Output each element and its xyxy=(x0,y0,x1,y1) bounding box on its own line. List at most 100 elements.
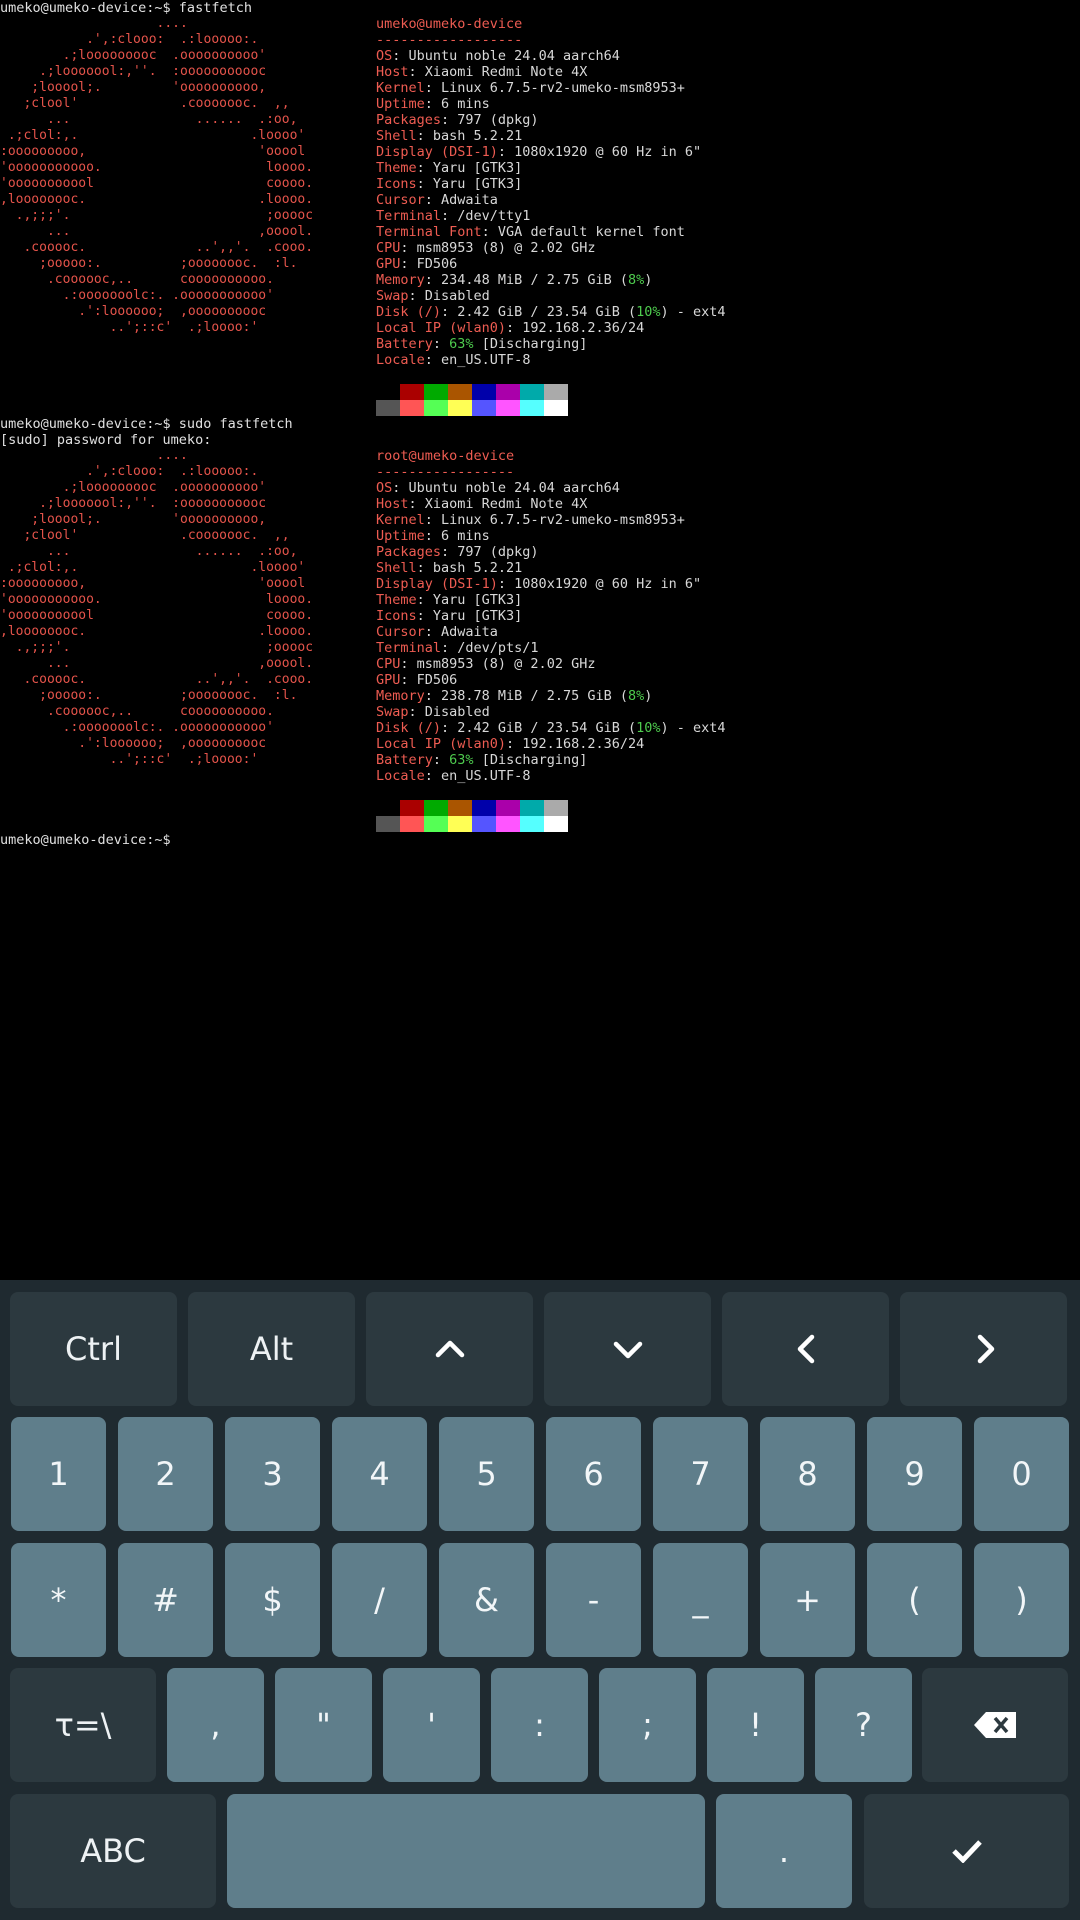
key-row3-0[interactable]: * xyxy=(11,1543,106,1657)
info-percent: 8% xyxy=(627,272,645,288)
info-key: Display (DSI-1) xyxy=(376,144,498,160)
key-row3-3[interactable]: / xyxy=(332,1543,427,1657)
info-value-tail: ) - ext4 xyxy=(660,304,726,320)
key-row2-8[interactable]: 9 xyxy=(867,1417,962,1531)
logo-line: ;clool' .cooooooc. ,, xyxy=(0,528,290,543)
alt-key[interactable]: Alt xyxy=(188,1292,355,1406)
arrow-left-key[interactable] xyxy=(722,1292,889,1406)
color-swatch xyxy=(448,816,472,832)
key-row2-3[interactable]: 4 xyxy=(332,1417,427,1531)
key-row2-0[interactable]: 1 xyxy=(11,1417,106,1531)
key-row3-1[interactable]: # xyxy=(118,1543,213,1657)
logo-line: .cooooc. ..',,'. .cooo. xyxy=(0,240,314,255)
info-value: : Linux 6.7.5-rv2-umeko-msm8953+ xyxy=(424,512,685,528)
info-value-tail: [Discharging] xyxy=(473,752,588,768)
info-value: : Ubuntu noble 24.04 aarch64 xyxy=(392,480,620,496)
info-key: Terminal xyxy=(376,640,442,656)
info-key: Packages xyxy=(376,112,442,128)
logo-line: .;looooool:,''. :ooooooooooc xyxy=(0,496,267,511)
info-value: : xyxy=(432,336,450,352)
color-swatch xyxy=(520,400,544,416)
info-value: : Linux 6.7.5-rv2-umeko-msm8953+ xyxy=(424,80,685,96)
color-palette xyxy=(376,384,568,416)
info-value-tail: [Discharging] xyxy=(473,336,588,352)
info-value: : /dev/tty1 xyxy=(441,208,531,224)
period-key[interactable]: . xyxy=(716,1794,852,1908)
abc-key[interactable]: ABC xyxy=(10,1794,216,1908)
user-host-title: umeko@umeko-device xyxy=(376,16,523,32)
punctuation-key-3[interactable]: : xyxy=(491,1668,588,1782)
info-row: Icons: Yaru [GTK3] xyxy=(376,176,726,192)
key-row2-6[interactable]: 7 xyxy=(653,1417,748,1531)
key-row2-7[interactable]: 8 xyxy=(760,1417,855,1531)
color-swatch xyxy=(544,816,568,832)
punctuation-key-5[interactable]: ! xyxy=(707,1668,804,1782)
key-row2-5[interactable]: 6 xyxy=(546,1417,641,1531)
ubuntu-logo-ascii: .... .',:clooo: .:looooo:. .;looooooooc … xyxy=(0,16,313,336)
terminal-screen[interactable]: umeko@umeko-device:~$ fastfetch .... .',… xyxy=(0,0,1080,1280)
color-swatch xyxy=(544,800,568,816)
logo-line: .':loooooo; ,oooooooooc xyxy=(0,736,267,751)
info-key: Local IP (wlan0) xyxy=(376,736,507,752)
punctuation-key-6[interactable]: ? xyxy=(815,1668,912,1782)
info-percent: 63% xyxy=(449,336,474,352)
color-swatch xyxy=(520,816,544,832)
logo-line: ..';::c' .;loooo:' xyxy=(0,320,259,335)
info-row: Cursor: Adwaita xyxy=(376,624,726,640)
info-value-tail: ) xyxy=(644,688,653,704)
color-swatch xyxy=(496,384,520,400)
info-key: Locale xyxy=(376,352,425,368)
info-key: Memory xyxy=(376,272,425,288)
arrow-up-key[interactable] xyxy=(366,1292,533,1406)
backspace-icon xyxy=(974,1712,1016,1738)
arrow-right-key[interactable] xyxy=(900,1292,1067,1406)
on-screen-keyboard: Ctrl Alt 1234567890 * # $ / & - _ +() , " ':;!? τ=… xyxy=(0,1280,1080,1920)
color-swatch xyxy=(496,800,520,816)
info-key: Host xyxy=(376,64,409,80)
logo-line: .,;;;'. ;ooooc xyxy=(0,208,314,223)
info-row: Packages: 797 (dpkg) xyxy=(376,544,726,560)
punctuation-key-4[interactable]: ; xyxy=(599,1668,696,1782)
color-swatch xyxy=(520,384,544,400)
color-swatch xyxy=(520,800,544,816)
punctuation-key-0[interactable]: , xyxy=(167,1668,264,1782)
user-host-title: root@umeko-device xyxy=(376,448,515,464)
info-value: : 1080x1920 @ 60 Hz in 6" xyxy=(497,144,702,160)
key-row3-5[interactable]: - xyxy=(546,1543,641,1657)
arrow-down-key[interactable] xyxy=(544,1292,711,1406)
enter-key[interactable] xyxy=(864,1794,1069,1908)
chevron-right-icon xyxy=(977,1334,994,1364)
checkmark-icon xyxy=(951,1840,982,1863)
info-key: Kernel xyxy=(376,80,425,96)
info-row: Battery: 63% [Discharging] xyxy=(376,336,726,352)
chevron-left-icon xyxy=(797,1334,814,1364)
ctrl-key[interactable]: Ctrl xyxy=(10,1292,177,1406)
punctuation-key-1[interactable]: " xyxy=(275,1668,372,1782)
key-row2-9[interactable]: 0 xyxy=(974,1417,1069,1531)
key-row3-4[interactable]: & xyxy=(439,1543,534,1657)
info-value: : VGA default kernel font xyxy=(481,224,685,240)
color-swatch xyxy=(400,384,424,400)
info-key: OS xyxy=(376,480,393,496)
logo-line: .... xyxy=(0,16,188,31)
info-key: Kernel xyxy=(376,512,425,528)
info-row: Icons: Yaru [GTK3] xyxy=(376,608,726,624)
key-row2-2[interactable]: 3 xyxy=(225,1417,320,1531)
space-key[interactable] xyxy=(227,1794,705,1908)
key-row3-2[interactable]: $ xyxy=(225,1543,320,1657)
key-row2-1[interactable]: 2 xyxy=(118,1417,213,1531)
info-value: : xyxy=(432,752,450,768)
symbols-toggle-key[interactable]: τ=\ xyxy=(10,1668,156,1782)
key-row3-6[interactable]: _ xyxy=(653,1543,748,1657)
key-row2-4[interactable]: 5 xyxy=(439,1417,534,1531)
info-row: Uptime: 6 mins xyxy=(376,528,726,544)
key-row3-9[interactable]: ) xyxy=(974,1543,1069,1657)
logo-line: .',:clooo: .:looooo:. xyxy=(0,464,259,479)
logo-line: .coooooc,.. coooooooooo. xyxy=(0,272,274,287)
punctuation-key-2[interactable]: ' xyxy=(383,1668,480,1782)
info-key: Icons xyxy=(376,608,417,624)
key-row3-8[interactable]: ( xyxy=(867,1543,962,1657)
info-key: Theme xyxy=(376,592,417,608)
backspace-key[interactable] xyxy=(922,1668,1068,1782)
key-row3-7[interactable]: + xyxy=(760,1543,855,1657)
